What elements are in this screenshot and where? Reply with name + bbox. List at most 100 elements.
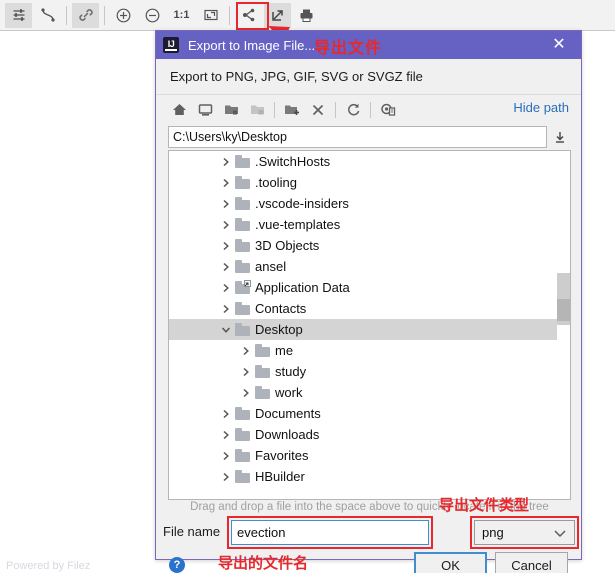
tree-scrollbar[interactable]: [557, 151, 570, 499]
logo-text: IJ: [167, 38, 175, 49]
curve-icon[interactable]: [34, 3, 61, 28]
chevron-right-icon[interactable]: [217, 424, 235, 445]
chevron-right-icon[interactable]: [217, 151, 235, 172]
folder-up-icon[interactable]: [218, 99, 244, 121]
tree-item-label: Application Data: [255, 280, 350, 295]
chevron-right-icon[interactable]: [237, 361, 255, 382]
tree-item[interactable]: study: [169, 361, 559, 382]
toolbar-separator: [335, 101, 336, 118]
folder-icon: [235, 155, 250, 168]
chevron-right-icon[interactable]: [217, 403, 235, 424]
chevron-right-icon[interactable]: [217, 298, 235, 319]
footer-text: Powered by Filez: [6, 560, 91, 572]
tree-item[interactable]: work: [169, 382, 559, 403]
refresh-icon[interactable]: [340, 99, 366, 121]
toolbar-separator: [66, 5, 67, 25]
chevron-right-icon[interactable]: [237, 382, 255, 403]
help-icon[interactable]: ?: [169, 557, 185, 573]
chevron-right-icon[interactable]: [217, 256, 235, 277]
show-hidden-icon[interactable]: [375, 99, 401, 121]
tree-item[interactable]: 3D Objects: [169, 235, 559, 256]
dialog-title: Export to Image File...: [188, 37, 316, 53]
path-history-icon[interactable]: [550, 126, 570, 148]
toolbar-separator: [104, 5, 105, 25]
actual-size-icon[interactable]: 1:1: [168, 3, 195, 28]
tree-scrollbar-thumb-active[interactable]: [557, 299, 570, 321]
tree-item[interactable]: Documents: [169, 403, 559, 424]
tree-item-label: study: [275, 364, 307, 379]
desktop-icon[interactable]: [192, 99, 218, 121]
settings-sliders-icon[interactable]: [5, 2, 32, 28]
app-toolbar: 1:1: [0, 0, 615, 31]
chevron-right-icon[interactable]: [217, 277, 235, 298]
folder-icon: [235, 428, 250, 441]
chevron-right-icon[interactable]: [217, 214, 235, 235]
intellij-logo-icon: IJ: [163, 37, 179, 53]
cancel-button[interactable]: Cancel: [495, 552, 568, 573]
annotation-exported-file-name: 导出的文件名: [218, 554, 309, 572]
tree-item-label: HBuilder: [255, 469, 305, 484]
close-icon[interactable]: ✕: [537, 31, 581, 59]
extension-select[interactable]: png: [474, 520, 575, 545]
tree-item-label: Documents: [255, 406, 321, 421]
hide-path-link[interactable]: Hide path: [513, 100, 569, 115]
dialog-titlebar: IJ Export to Image File... 导出文件 ✕: [156, 31, 581, 59]
chevron-right-icon[interactable]: [217, 466, 235, 487]
tree-item-label: Downloads: [255, 427, 320, 442]
tree-item[interactable]: HBuilder: [169, 466, 559, 487]
folder-icon: [235, 323, 250, 336]
chevron-right-icon[interactable]: [217, 193, 235, 214]
tree-item[interactable]: .tooling: [169, 172, 559, 193]
folder-icon: [235, 407, 250, 420]
delete-icon[interactable]: [305, 99, 331, 121]
folder-icon: [235, 260, 250, 273]
annotation-export-file-type: 导出文件类型: [439, 496, 530, 514]
path-input[interactable]: C:\Users\ky\Desktop: [168, 126, 547, 148]
tree-item[interactable]: Favorites: [169, 445, 559, 466]
link-icon[interactable]: [72, 2, 99, 28]
folder-shortcut-icon: [235, 280, 251, 294]
folder-icon: [255, 365, 270, 378]
folder-icon: [235, 302, 250, 315]
home-icon[interactable]: [166, 99, 192, 121]
tree-item-label: Favorites: [255, 448, 309, 463]
directory-tree[interactable]: .SwitchHosts .tooling .vscode-insiders .vue…: [168, 150, 571, 500]
tree-item-label: Contacts: [255, 301, 307, 316]
tree-item[interactable]: .vscode-insiders: [169, 193, 559, 214]
file-chooser-toolbar: Hide path: [156, 95, 581, 124]
folder-icon: [255, 344, 270, 357]
zoom-out-icon[interactable]: [139, 3, 166, 28]
toolbar-separator: [274, 101, 275, 118]
folder-icon: [235, 470, 250, 483]
actual-size-label: 1:1: [173, 9, 190, 21]
tree-item-label: me: [275, 343, 294, 358]
tree-item-label: ansel: [255, 259, 287, 274]
zoom-in-icon[interactable]: [110, 3, 137, 28]
new-folder-icon[interactable]: [279, 99, 305, 121]
tree-item[interactable]: Desktop: [169, 319, 559, 340]
tree-item[interactable]: Contacts: [169, 298, 559, 319]
file-name-input[interactable]: evection: [231, 520, 429, 545]
tree-item[interactable]: .SwitchHosts: [169, 151, 559, 172]
file-name-row: File name evection png 导出文件类型: [156, 496, 583, 549]
folder-icon: [235, 197, 250, 210]
chevron-right-icon[interactable]: [237, 340, 255, 361]
chevron-right-icon[interactable]: [217, 172, 235, 193]
tree-item[interactable]: Downloads: [169, 424, 559, 445]
ok-button[interactable]: OK: [414, 552, 487, 573]
tree-item-label: 3D Objects: [255, 238, 320, 253]
tree-rows: .SwitchHosts .tooling .vscode-insiders .vue…: [169, 151, 559, 499]
chevron-down-icon[interactable]: [217, 319, 235, 340]
share-branch-icon[interactable]: [235, 3, 262, 28]
toolbar-separator: [229, 5, 230, 25]
fit-screen-icon[interactable]: [197, 3, 224, 28]
tree-item[interactable]: ansel: [169, 256, 559, 277]
tree-item[interactable]: .vue-templates: [169, 214, 559, 235]
export-image-icon[interactable]: [264, 2, 291, 28]
tree-item[interactable]: Application Data: [169, 277, 559, 298]
chevron-down-icon: [554, 525, 566, 540]
chevron-right-icon[interactable]: [217, 235, 235, 256]
tree-item[interactable]: me: [169, 340, 559, 361]
print-icon[interactable]: [293, 3, 320, 28]
chevron-right-icon[interactable]: [217, 445, 235, 466]
